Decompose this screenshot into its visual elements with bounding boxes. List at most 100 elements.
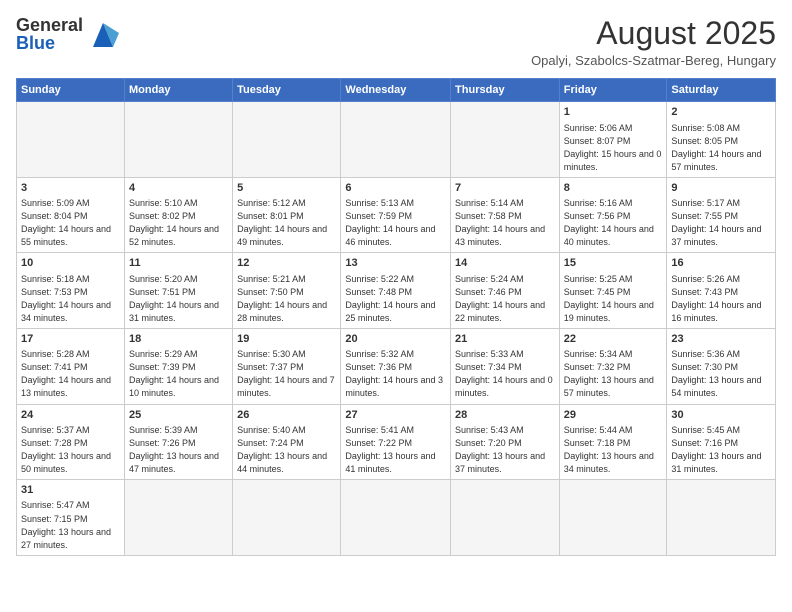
weekday-header-tuesday: Tuesday [233, 79, 341, 102]
day-number: 1 [564, 105, 663, 120]
day-number: 14 [455, 256, 555, 271]
calendar-cell: 12 Sunrise: 5:21 AM Sunset: 7:50 PM Dayli… [233, 253, 341, 329]
day-info: Sunrise: 5:34 AM Sunset: 7:32 PM Dayligh… [564, 348, 663, 400]
calendar-week-row: 31Sunrise: 5:47 AM Sunset: 7:15 PM Dayli… [17, 480, 776, 556]
day-number: 29 [564, 408, 663, 423]
day-number: 19 [237, 332, 336, 347]
calendar-cell: 3Sunrise: 5:09 AM Sunset: 8:04 PM Daylig… [17, 177, 125, 253]
day-number: 20 [345, 332, 446, 347]
day-info: Sunrise: 5:09 AM Sunset: 8:04 PM Dayligh… [21, 197, 120, 249]
day-number: 25 [129, 408, 228, 423]
calendar-cell: 10Sunrise: 5:18 AM Sunset: 7:53 PM Dayli… [17, 253, 125, 329]
day-number: 8 [564, 181, 663, 196]
day-info: Sunrise: 5:21 AM Sunset: 7:50 PM Dayligh… [237, 273, 336, 325]
day-number: 18 [129, 332, 228, 347]
calendar-cell: 4Sunrise: 5:10 AM Sunset: 8:02 PM Daylig… [124, 177, 232, 253]
calendar-week-row: 24Sunrise: 5:37 AM Sunset: 7:28 PM Dayli… [17, 404, 776, 480]
logo-general: General [16, 15, 83, 35]
calendar-cell: 5Sunrise: 5:12 AM Sunset: 8:01 PM Daylig… [233, 177, 341, 253]
day-info: Sunrise: 5:30 AM Sunset: 7:37 PM Dayligh… [237, 348, 336, 400]
day-number: 26 [237, 408, 336, 423]
calendar-cell: 2 Sunrise: 5:08 AM Sunset: 8:05 PM Daylig… [667, 102, 776, 178]
day-number: 12 [237, 256, 336, 271]
day-number: 13 [345, 256, 446, 271]
calendar-cell: 29Sunrise: 5:44 AM Sunset: 7:18 PM Dayli… [559, 404, 667, 480]
calendar-cell: 7Sunrise: 5:14 AM Sunset: 7:58 PM Daylig… [451, 177, 560, 253]
calendar-cell [451, 102, 560, 178]
day-info: Sunrise: 5:08 AM Sunset: 8:05 PM Dayligh… [671, 122, 771, 174]
calendar-cell: 24Sunrise: 5:37 AM Sunset: 7:28 PM Dayli… [17, 404, 125, 480]
day-info: Sunrise: 5:22 AM Sunset: 7:48 PM Dayligh… [345, 273, 446, 325]
day-number: 16 [671, 256, 771, 271]
calendar-week-row: 1Sunrise: 5:06 AM Sunset: 8:07 PM Daylig… [17, 102, 776, 178]
calendar-cell: 25Sunrise: 5:39 AM Sunset: 7:26 PM Dayli… [124, 404, 232, 480]
calendar-cell: 20Sunrise: 5:32 AM Sunset: 7:36 PM Dayli… [341, 328, 451, 404]
day-info: Sunrise: 5:20 AM Sunset: 7:51 PM Dayligh… [129, 273, 228, 325]
day-info: Sunrise: 5:10 AM Sunset: 8:02 PM Dayligh… [129, 197, 228, 249]
calendar-cell: 19Sunrise: 5:30 AM Sunset: 7:37 PM Dayli… [233, 328, 341, 404]
calendar-table: SundayMondayTuesdayWednesdayThursdayFrid… [16, 78, 776, 555]
calendar-cell: 15 Sunrise: 5:25 AM Sunset: 7:45 PM Dayli… [559, 253, 667, 329]
day-number: 17 [21, 332, 120, 347]
weekday-header-wednesday: Wednesday [341, 79, 451, 102]
day-number: 28 [455, 408, 555, 423]
day-number: 11 [129, 256, 228, 271]
calendar-week-row: 10Sunrise: 5:18 AM Sunset: 7:53 PM Dayli… [17, 253, 776, 329]
calendar-cell: 22Sunrise: 5:34 AM Sunset: 7:32 PM Dayli… [559, 328, 667, 404]
day-number: 2 [671, 105, 771, 120]
day-number: 22 [564, 332, 663, 347]
calendar-cell: 9Sunrise: 5:17 AM Sunset: 7:55 PM Daylig… [667, 177, 776, 253]
day-number: 15 [564, 256, 663, 271]
calendar-week-row: 3Sunrise: 5:09 AM Sunset: 8:04 PM Daylig… [17, 177, 776, 253]
weekday-header-friday: Friday [559, 79, 667, 102]
day-number: 24 [21, 408, 120, 423]
page-header: General Blue August 2025 Opalyi, Szabolc… [16, 16, 776, 68]
day-number: 6 [345, 181, 446, 196]
calendar-cell: 21Sunrise: 5:33 AM Sunset: 7:34 PM Dayli… [451, 328, 560, 404]
calendar-cell: 28Sunrise: 5:43 AM Sunset: 7:20 PM Dayli… [451, 404, 560, 480]
day-info: Sunrise: 5:29 AM Sunset: 7:39 PM Dayligh… [129, 348, 228, 400]
title-section: August 2025 Opalyi, Szabolcs-Szatmar-Ber… [531, 16, 776, 68]
weekday-header-sunday: Sunday [17, 79, 125, 102]
day-info: Sunrise: 5:25 AM Sunset: 7:45 PM Dayligh… [564, 273, 663, 325]
calendar-cell [17, 102, 125, 178]
day-number: 3 [21, 181, 120, 196]
calendar-cell: 23Sunrise: 5:36 AM Sunset: 7:30 PM Dayli… [667, 328, 776, 404]
day-info: Sunrise: 5:24 AM Sunset: 7:46 PM Dayligh… [455, 273, 555, 325]
logo-text: General Blue [16, 16, 83, 52]
calendar-week-row: 17Sunrise: 5:28 AM Sunset: 7:41 PM Dayli… [17, 328, 776, 404]
calendar-cell: 31Sunrise: 5:47 AM Sunset: 7:15 PM Dayli… [17, 480, 125, 556]
day-info: Sunrise: 5:44 AM Sunset: 7:18 PM Dayligh… [564, 424, 663, 476]
calendar-cell: 30Sunrise: 5:45 AM Sunset: 7:16 PM Dayli… [667, 404, 776, 480]
calendar-cell [233, 102, 341, 178]
day-number: 9 [671, 181, 771, 196]
weekday-header-saturday: Saturday [667, 79, 776, 102]
day-info: Sunrise: 5:45 AM Sunset: 7:16 PM Dayligh… [671, 424, 771, 476]
day-info: Sunrise: 5:41 AM Sunset: 7:22 PM Dayligh… [345, 424, 446, 476]
calendar-cell: 17Sunrise: 5:28 AM Sunset: 7:41 PM Dayli… [17, 328, 125, 404]
calendar-page: General Blue August 2025 Opalyi, Szabolc… [0, 0, 792, 612]
day-info: Sunrise: 5:36 AM Sunset: 7:30 PM Dayligh… [671, 348, 771, 400]
logo-blue: Blue [16, 33, 55, 53]
day-number: 4 [129, 181, 228, 196]
day-number: 31 [21, 483, 120, 498]
calendar-cell: 14 Sunrise: 5:24 AM Sunset: 7:46 PM Dayli… [451, 253, 560, 329]
day-number: 5 [237, 181, 336, 196]
calendar-cell: 27Sunrise: 5:41 AM Sunset: 7:22 PM Dayli… [341, 404, 451, 480]
logo: General Blue [16, 16, 119, 52]
day-info: Sunrise: 5:39 AM Sunset: 7:26 PM Dayligh… [129, 424, 228, 476]
day-info: Sunrise: 5:14 AM Sunset: 7:58 PM Dayligh… [455, 197, 555, 249]
day-info: Sunrise: 5:18 AM Sunset: 7:53 PM Dayligh… [21, 273, 120, 325]
calendar-cell [124, 480, 232, 556]
day-info: Sunrise: 5:32 AM Sunset: 7:36 PM Dayligh… [345, 348, 446, 400]
calendar-header-row: SundayMondayTuesdayWednesdayThursdayFrid… [17, 79, 776, 102]
calendar-cell: 26Sunrise: 5:40 AM Sunset: 7:24 PM Dayli… [233, 404, 341, 480]
day-info: Sunrise: 5:33 AM Sunset: 7:34 PM Dayligh… [455, 348, 555, 400]
day-info: Sunrise: 5:17 AM Sunset: 7:55 PM Dayligh… [671, 197, 771, 249]
day-info: Sunrise: 5:26 AM Sunset: 7:43 PM Dayligh… [671, 273, 771, 325]
weekday-header-monday: Monday [124, 79, 232, 102]
calendar-cell: 16 Sunrise: 5:26 AM Sunset: 7:43 PM Dayli… [667, 253, 776, 329]
calendar-cell [341, 102, 451, 178]
month-year-title: August 2025 [531, 16, 776, 51]
day-number: 21 [455, 332, 555, 347]
